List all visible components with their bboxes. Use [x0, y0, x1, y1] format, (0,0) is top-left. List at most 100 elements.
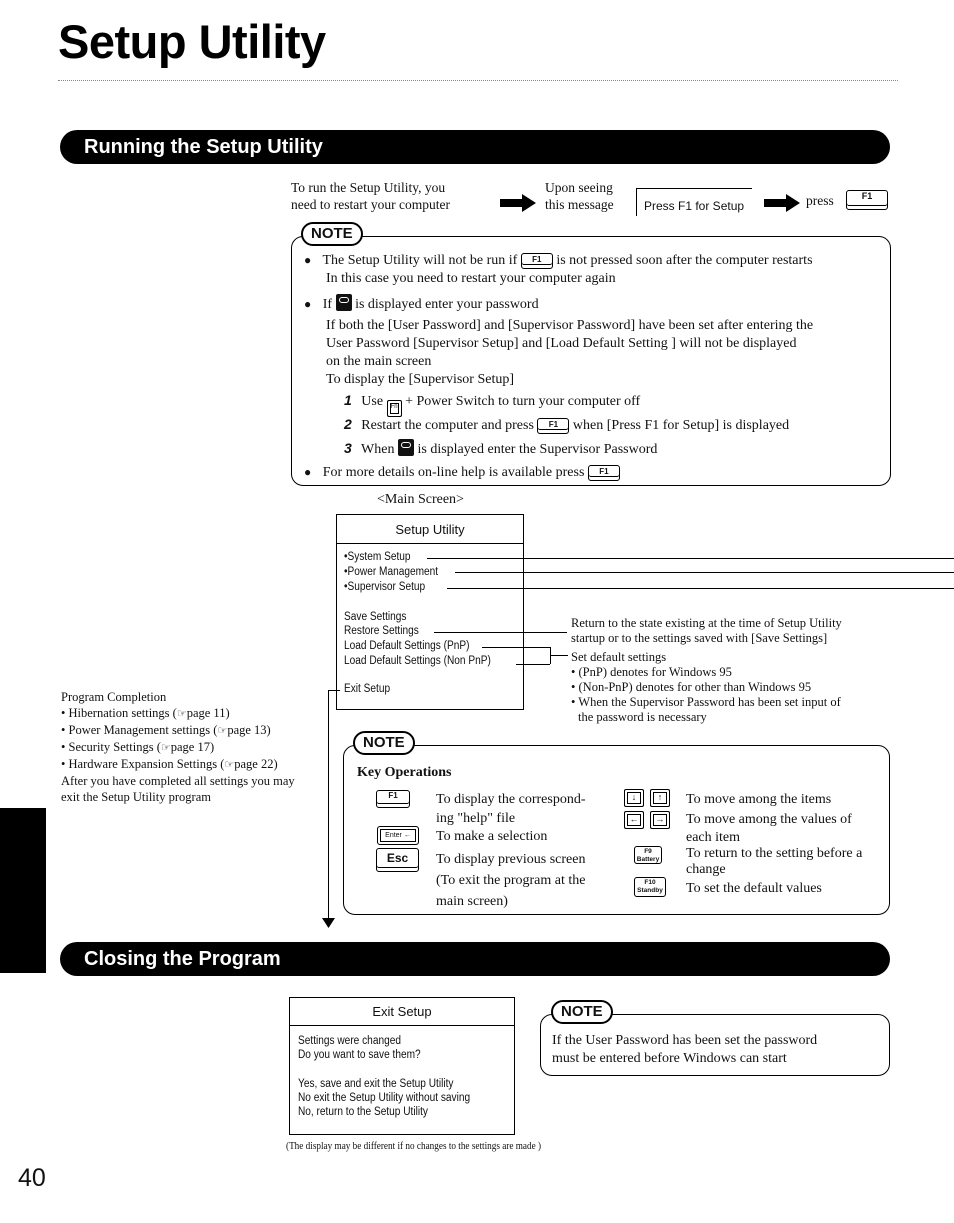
- note-text: is not pressed soon after the computer r…: [556, 253, 813, 268]
- note-text: When: [361, 442, 395, 457]
- note-text: on the main screen: [326, 354, 432, 369]
- right-arrow-icon: [764, 194, 800, 212]
- menu-item-save-settings[interactable]: Save Settings: [344, 611, 406, 624]
- right-arrow-icon: [500, 194, 536, 212]
- exit-option-save[interactable]: Yes, save and exit the Setup Utility: [298, 1077, 453, 1091]
- key-op-line: ing "help" file: [436, 811, 516, 826]
- description-line: startup or to the settings saved with [S…: [571, 631, 828, 645]
- page-reference: page 22): [234, 757, 278, 771]
- menu-item-power-management[interactable]: •Power Management: [344, 566, 438, 579]
- key-op-line: To return to the setting before a: [686, 846, 863, 861]
- note-badge: NOTE: [353, 731, 415, 755]
- note-password-text: If the User Password has been set the pa…: [552, 1032, 817, 1068]
- restore-description: Return to the state existing at the time…: [571, 616, 842, 646]
- note-step-1: 1 Use Fn + Power Switch to turn your com…: [304, 391, 880, 417]
- key-op-line: each item: [686, 830, 741, 845]
- step-number: 2: [344, 416, 352, 432]
- menu-item-load-default-non-pnp[interactable]: Load Default Settings (Non PnP): [344, 655, 491, 668]
- intro-step-restart-line: To run the Setup Utility, you: [291, 180, 446, 195]
- defaults-description: Set default settings • (PnP) denotes for…: [571, 650, 841, 725]
- intro-step-restart: To run the Setup Utility, you need to re…: [291, 179, 491, 213]
- esc-key-icon: Esc: [376, 848, 419, 872]
- note-bullet-help: For more details on-line help is availab…: [304, 463, 880, 482]
- page-reference: page 11): [186, 706, 230, 720]
- boot-message-box: Press F1 for Setup: [636, 188, 752, 216]
- menu-item-load-default-pnp[interactable]: Load Default Settings (PnP): [344, 640, 469, 653]
- note-badge: NOTE: [551, 1000, 613, 1024]
- completion-link-label: • Security Settings (: [61, 740, 161, 754]
- note-badge: NOTE: [301, 222, 363, 246]
- menu-item-restore-settings[interactable]: Restore Settings: [344, 625, 419, 638]
- section-header-closing: Closing the Program: [60, 942, 890, 976]
- key-op-line: change: [686, 862, 726, 877]
- key-op-description: To display previous screen (To exit the …: [436, 849, 585, 912]
- f1-key-icon: F1: [376, 790, 410, 808]
- key-op-description: To move among the items: [686, 792, 832, 807]
- key-op-line: (To exit the program at the: [436, 873, 586, 888]
- connector-line: [516, 664, 550, 665]
- description-line: Set default settings: [571, 650, 667, 664]
- page-reference: page 17): [170, 740, 215, 754]
- key-op-line: To display previous screen: [436, 852, 586, 867]
- note-step-3: 3 When is displayed enter the Supervisor…: [304, 439, 880, 459]
- description-line: • (PnP) denotes for Windows 95: [571, 665, 732, 679]
- completion-link-label: • Hibernation settings (: [61, 706, 177, 720]
- password-key-icon: [335, 294, 352, 311]
- note-box-setup: The Setup Utility will not be run if F1 …: [291, 236, 891, 486]
- completion-title: Program Completion: [61, 690, 167, 704]
- note-step-2: 2 Restart the computer and press F1 when…: [304, 415, 880, 435]
- description-line: • (Non-PnP) denotes for other than Windo…: [571, 680, 812, 694]
- note-text: For more details on-line help is availab…: [322, 465, 585, 480]
- menu-item-exit-setup[interactable]: Exit Setup: [344, 683, 390, 696]
- f1-key-icon: F1: [846, 190, 888, 210]
- description-line: the password is necessary: [578, 710, 707, 724]
- menu-item-supervisor-setup[interactable]: •Supervisor Setup: [344, 581, 425, 594]
- key-op-description: To set the default values: [686, 881, 822, 896]
- key-op-description: To make a selection: [436, 829, 548, 844]
- chapter-side-tab: [0, 808, 46, 973]
- note-text: The Setup Utility will not be run if: [322, 253, 518, 268]
- setup-screen-title: Setup Utility: [337, 515, 523, 544]
- pointing-hand-icon: ☞: [160, 741, 171, 754]
- intro-step-message-line: this message: [545, 197, 614, 212]
- exit-message: Settings were changed: [298, 1035, 401, 1047]
- program-completion: Program Completion • Hibernation setting…: [61, 689, 331, 805]
- completion-link[interactable]: • Security Settings (☞page 17): [61, 739, 331, 756]
- exit-screen-title: Exit Setup: [290, 998, 514, 1026]
- note-bullet-password: If is displayed enter your password: [304, 294, 880, 314]
- password-key-icon: [397, 439, 414, 456]
- down-arrow-key-icon: ↓: [624, 789, 644, 807]
- connector-line: [482, 647, 550, 648]
- step-number: 3: [344, 440, 352, 456]
- note-text: when [Press F1 for Setup] is displayed: [572, 418, 790, 433]
- pointing-hand-icon: ☞: [224, 758, 235, 771]
- exit-option-no-save[interactable]: No exit the Setup Utility without saving: [298, 1091, 470, 1105]
- description-line: • When the Supervisor Password has been …: [571, 695, 841, 709]
- exit-setup-screen: Exit Setup Settings were changed Do you …: [289, 997, 515, 1135]
- completion-link[interactable]: • Power Management settings (☞page 13): [61, 722, 331, 739]
- page-number: 40: [18, 1164, 46, 1192]
- step-number: 1: [344, 392, 352, 408]
- completion-footer: exit the Setup Utility program: [61, 790, 211, 804]
- key-op-description: To display the correspond- ing "help" fi…: [436, 790, 585, 828]
- key-op-line: To move among the values of: [686, 812, 852, 827]
- note-text: If: [322, 297, 333, 312]
- exit-message: Do you want to save them?: [298, 1049, 421, 1061]
- setup-utility-screen: Setup Utility •System Setup •Power Manag…: [336, 514, 524, 710]
- exit-screen-caption: (The display may be different if no chan…: [286, 1141, 542, 1152]
- menu-item-system-setup[interactable]: •System Setup: [344, 551, 411, 564]
- f1-key-icon: F1: [520, 252, 553, 269]
- note-text: In this case you need to restart your co…: [326, 271, 616, 286]
- exit-option-return[interactable]: No, return to the Setup Utility: [298, 1105, 428, 1119]
- f1-key-icon: F1: [537, 417, 570, 434]
- completion-link[interactable]: • Hibernation settings (☞page 11): [61, 705, 331, 722]
- right-arrow-key-icon: →: [650, 811, 670, 829]
- f10-standby-key-icon: F10 Standby: [634, 877, 666, 897]
- completion-link[interactable]: • Hardware Expansion Settings (☞page 22): [61, 756, 331, 773]
- page-reference: page 13): [227, 723, 271, 737]
- completion-footer: After you have completed all settings yo…: [61, 774, 295, 788]
- description-line: Return to the state existing at the time…: [571, 616, 842, 630]
- left-arrow-key-icon: ←: [624, 811, 644, 829]
- intro-step-message: Upon seeing this message: [545, 179, 635, 213]
- connector-line: [455, 572, 954, 573]
